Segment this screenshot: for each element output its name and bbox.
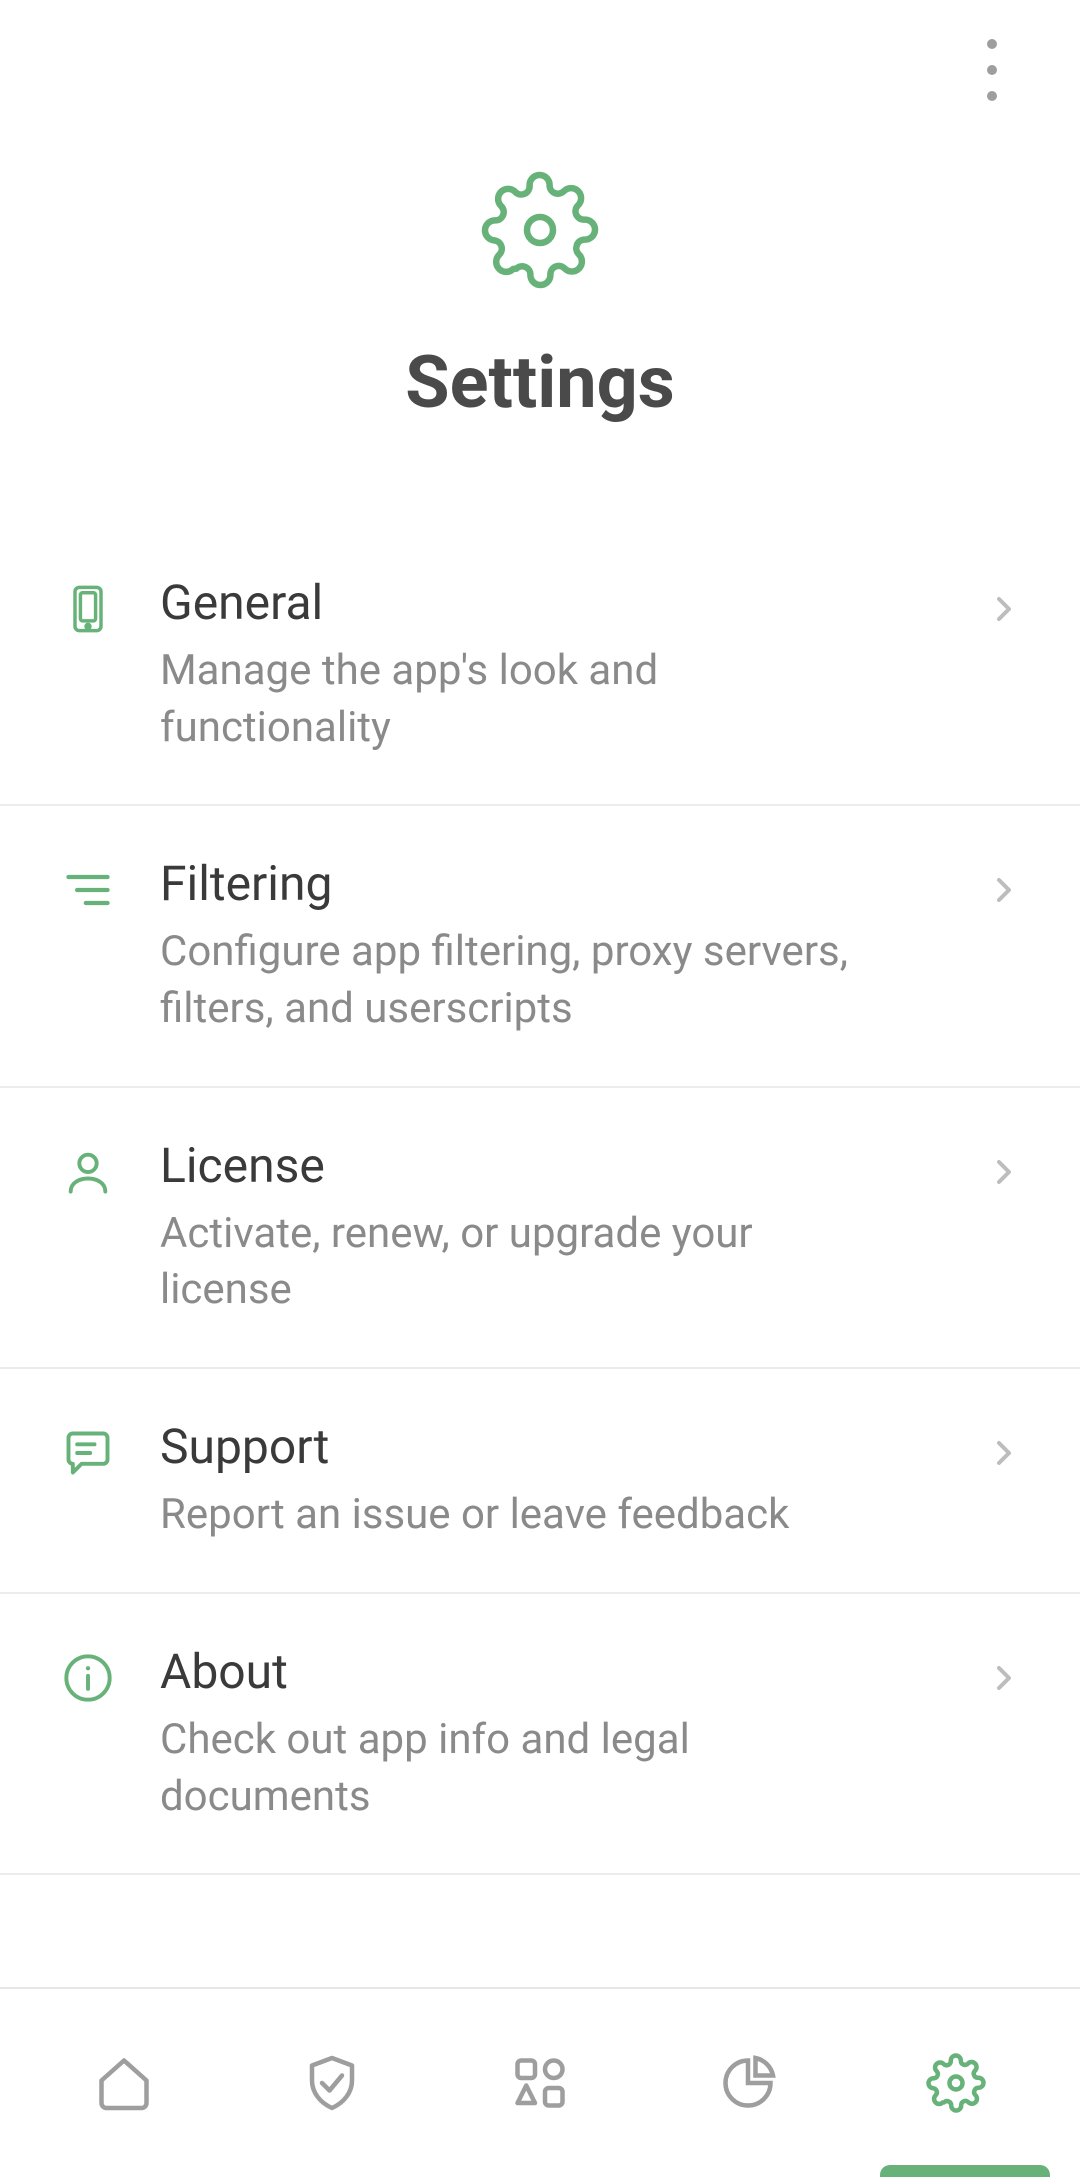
nav-home[interactable] <box>64 2023 184 2143</box>
top-bar <box>0 0 1080 140</box>
settings-item-text: About Check out app info and legal docum… <box>160 1642 944 1825</box>
settings-item-title: Filtering <box>160 854 920 914</box>
settings-item-subtitle: Check out app info and legal documents <box>160 1712 880 1825</box>
info-icon <box>56 1646 120 1710</box>
settings-item-filtering[interactable]: Filtering Configure app filtering, proxy… <box>0 806 1080 1087</box>
settings-item-text: Filtering Configure app filtering, proxy… <box>160 854 944 1037</box>
filter-icon <box>56 858 120 922</box>
settings-item-text: General Manage the app's look and functi… <box>160 573 944 756</box>
settings-item-subtitle: Configure app filtering, proxy servers, … <box>160 924 880 1037</box>
user-icon <box>56 1140 120 1204</box>
settings-item-subtitle: Manage the app's look and functionality <box>160 643 880 756</box>
settings-list: General Manage the app's look and functi… <box>0 525 1080 1987</box>
bottom-navigation <box>0 1987 1080 2177</box>
device-icon <box>56 577 120 641</box>
nav-active-indicator <box>880 2165 1050 2177</box>
settings-item-subtitle: Activate, renew, or upgrade your license <box>160 1206 880 1319</box>
settings-item-support[interactable]: Support Report an issue or leave feedbac… <box>0 1369 1080 1594</box>
settings-item-text: License Activate, renew, or upgrade your… <box>160 1136 944 1319</box>
settings-item-general[interactable]: General Manage the app's look and functi… <box>0 525 1080 806</box>
settings-item-license[interactable]: License Activate, renew, or upgrade your… <box>0 1088 1080 1369</box>
nav-stats[interactable] <box>688 2023 808 2143</box>
gear-icon <box>480 170 600 290</box>
settings-item-text: Support Report an issue or leave feedbac… <box>160 1417 944 1544</box>
settings-item-about[interactable]: About Check out app info and legal docum… <box>0 1594 1080 1875</box>
chevron-right-icon <box>984 589 1024 629</box>
settings-item-title: About <box>160 1642 920 1702</box>
more-vertical-icon <box>987 39 997 101</box>
more-menu-button[interactable] <box>960 38 1024 102</box>
nav-apps[interactable] <box>480 2023 600 2143</box>
chevron-right-icon <box>984 870 1024 910</box>
chevron-right-icon <box>984 1658 1024 1698</box>
chat-icon <box>56 1421 120 1485</box>
settings-screen: Settings General Manage the app's look a… <box>0 0 1080 2177</box>
nav-settings[interactable] <box>896 2023 1016 2143</box>
chevron-right-icon <box>984 1152 1024 1192</box>
settings-item-title: Support <box>160 1417 920 1477</box>
settings-item-title: General <box>160 573 920 633</box>
settings-item-title: License <box>160 1136 920 1196</box>
page-header: Settings <box>0 140 1080 525</box>
chevron-right-icon <box>984 1433 1024 1473</box>
settings-item-subtitle: Report an issue or leave feedback <box>160 1487 880 1544</box>
nav-protection[interactable] <box>272 2023 392 2143</box>
page-title: Settings <box>405 340 674 425</box>
